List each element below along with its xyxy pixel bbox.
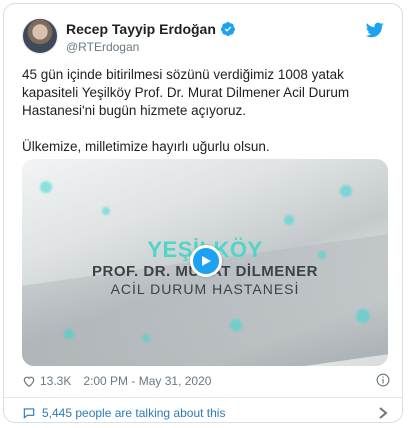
tweet-paragraph-2: Ülkemize, milletimize hayırlı uğurlu ols…	[22, 139, 270, 154]
conversation-link[interactable]: 5,445 people are talking about this	[22, 404, 390, 422]
comment-bubble-icon	[23, 408, 35, 419]
tweet-meta: 13.3K 2:00 PM - May 31, 2020	[22, 372, 390, 390]
avatar[interactable]	[22, 18, 58, 54]
video-particle	[356, 309, 370, 323]
tweet-header: Recep Tayyip Erdoğan @RTErdogan	[22, 18, 388, 58]
conversation-count[interactable]: 5,445 people are talking about this	[42, 406, 225, 420]
heart-icon[interactable]	[22, 374, 36, 388]
info-icon[interactable]	[376, 373, 390, 387]
chevron-right-icon	[379, 407, 388, 419]
user-info[interactable]: Recep Tayyip Erdoğan @RTErdogan	[66, 21, 236, 54]
twitter-bird-icon[interactable]	[366, 22, 384, 38]
video-particle	[142, 334, 150, 342]
like-count[interactable]: 13.3K	[40, 374, 71, 388]
name-row: Recep Tayyip Erdoğan	[66, 21, 236, 37]
video-title-line-3: ACİL DURUM HASTANESİ	[110, 281, 300, 297]
display-name[interactable]: Recep Tayyip Erdoğan	[66, 21, 216, 37]
video-particle	[284, 215, 294, 225]
play-icon	[202, 256, 211, 266]
tweet-text: 45 gün içinde bitirilmesi sözünü verdiği…	[22, 66, 392, 174]
video-particle	[340, 185, 352, 197]
play-button[interactable]	[190, 245, 222, 277]
video-particle	[230, 319, 242, 331]
video-particle	[40, 181, 52, 193]
tweet-paragraph-1: 45 gün içinde bitirilmesi sözünü verdiği…	[22, 67, 350, 118]
video-particle	[102, 207, 110, 215]
video-particle	[64, 329, 74, 339]
divider	[4, 397, 402, 398]
video-player[interactable]: YEŞİLKÖY PROF. DR. MURAT DİLMENER ACİL D…	[22, 159, 388, 366]
user-handle[interactable]: @RTErdogan	[66, 40, 236, 54]
tweet-timestamp[interactable]: 2:00 PM - May 31, 2020	[83, 374, 211, 388]
verified-badge-icon	[220, 22, 235, 36]
tweet-card: Recep Tayyip Erdoğan @RTErdogan 45 gün i…	[3, 3, 403, 423]
